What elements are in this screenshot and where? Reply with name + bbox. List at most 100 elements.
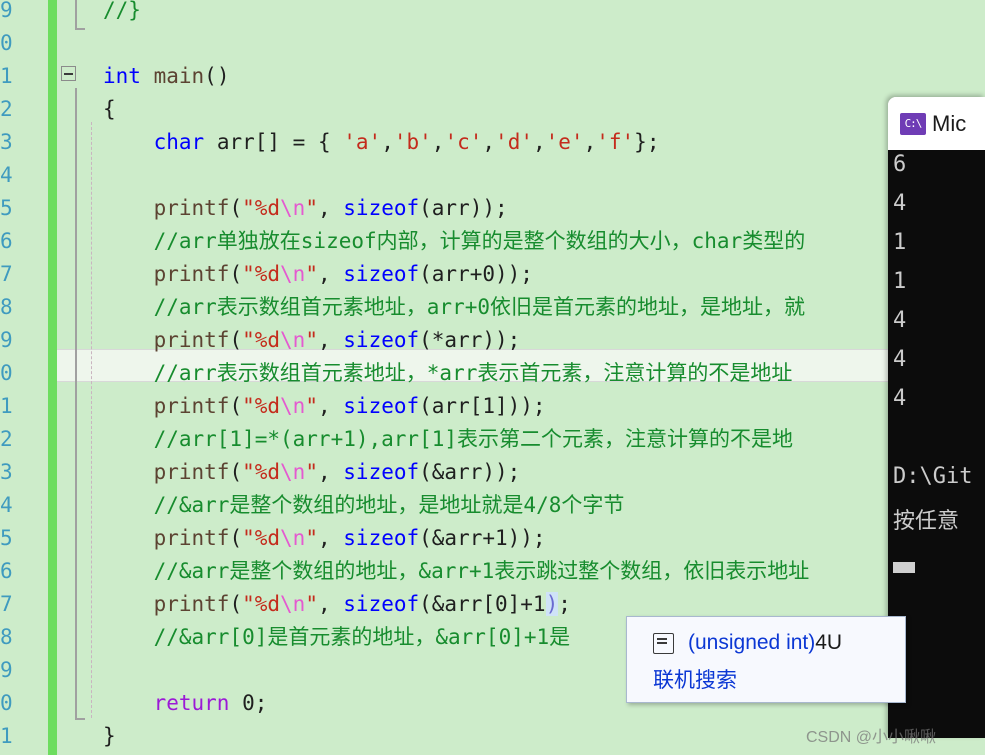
quickinfo-icon	[653, 632, 674, 654]
line-number: 8	[0, 295, 13, 319]
console-title-text: Mic	[932, 110, 967, 136]
structure-guide	[75, 0, 77, 28]
code-line[interactable]: //&arr[0]是首元素的地址，&arr[0]+1是	[103, 621, 571, 654]
code-token: main	[153, 64, 205, 88]
code-token: ,	[431, 130, 445, 154]
code-token: sizeof	[343, 460, 420, 484]
code-token: "%d	[242, 460, 281, 484]
line-number: 0	[0, 691, 13, 715]
console-cursor	[893, 562, 915, 573]
line-number: 9	[0, 0, 13, 22]
code-token: 'f'	[596, 130, 635, 154]
indent-guide	[91, 122, 92, 718]
tooltip-value-type: (unsigned int)	[688, 631, 816, 654]
code-token: "%d	[242, 262, 281, 286]
console-icon: C:\	[900, 112, 926, 135]
code-token: 0	[242, 691, 255, 715]
line-number: 1	[0, 64, 13, 88]
code-token: (arr+0));	[419, 262, 533, 286]
code-line[interactable]: //arr表示数组首元素地址，*arr表示首元素，注意计算的不是地址	[103, 357, 793, 390]
collapse-toggle-icon[interactable]	[61, 66, 76, 81]
code-token: (	[229, 394, 243, 418]
code-line[interactable]: //&arr是整个数组的地址，&arr+1表示跳过整个数组，依旧表示地址	[103, 555, 810, 588]
code-token: "	[305, 262, 318, 286]
line-number: 0	[0, 31, 13, 55]
code-token: (	[229, 460, 243, 484]
code-line[interactable]: //}	[103, 0, 141, 27]
code-token: (	[229, 262, 243, 286]
code-line[interactable]: printf("%d\n", sizeof(arr));	[103, 192, 508, 225]
code-line[interactable]: printf("%d\n", sizeof(&arr));	[103, 456, 521, 489]
code-token: ,	[317, 592, 344, 616]
line-number: 7	[0, 592, 13, 616]
code-token: //arr表示数组首元素地址，arr+0依旧是首元素的地址，是地址，就	[103, 295, 806, 319]
code-token: printf	[153, 526, 230, 550]
code-token: (*arr));	[419, 328, 521, 352]
console-line: 4	[893, 308, 907, 333]
code-token: \n	[280, 262, 306, 286]
code-token: (&arr[0]+1	[419, 592, 546, 616]
code-token: ,	[317, 196, 344, 220]
code-line[interactable]: //&arr是整个数组的地址，是地址就是4/8个字节	[103, 489, 625, 522]
console-line: 6	[893, 152, 907, 177]
code-token: (arr));	[419, 196, 508, 220]
line-number: 3	[0, 130, 13, 154]
code-token: \n	[280, 196, 306, 220]
code-token: //arr[1]=*(arr+1),arr[1]表示第二个元素，注意计算的不是地	[103, 427, 794, 451]
code-token: [] = {	[254, 130, 344, 154]
code-line[interactable]: printf("%d\n", sizeof(*arr));	[103, 324, 521, 357]
console-title-bar[interactable]: C:\ Mic	[888, 97, 985, 150]
code-line[interactable]: //arr单独放在sizeof内部，计算的是整个数组的大小，char类型的	[103, 225, 806, 258]
code-line[interactable]: printf("%d\n", sizeof(arr+0));	[103, 258, 533, 291]
code-token: 'a'	[343, 130, 382, 154]
code-token: //arr表示数组首元素地址，*arr表示首元素，注意计算的不是地址	[103, 361, 793, 385]
code-token: (&arr));	[419, 460, 521, 484]
code-token: (	[229, 328, 243, 352]
code-line[interactable]: return 0;	[103, 687, 268, 720]
code-token: ;	[254, 691, 268, 715]
code-token: "	[305, 196, 318, 220]
code-line[interactable]: printf("%d\n", sizeof(&arr[0]+1);	[103, 588, 571, 621]
code-token: //}	[103, 0, 141, 22]
code-line[interactable]: printf("%d\n", sizeof(&arr+1));	[103, 522, 546, 555]
code-token: ,	[381, 130, 394, 154]
line-number: 8	[0, 625, 13, 649]
code-token: printf	[153, 196, 230, 220]
code-line[interactable]: int main()	[103, 60, 229, 93]
code-token: ,	[317, 394, 344, 418]
code-token: {	[103, 97, 116, 121]
code-token: ,	[317, 262, 344, 286]
watermark: CSDN @小小啾啾	[806, 729, 937, 746]
code-token: "	[305, 526, 318, 550]
code-token: "	[305, 328, 318, 352]
code-line[interactable]: }	[103, 720, 116, 753]
line-number: 2	[0, 97, 13, 121]
console-line: 1	[893, 230, 907, 255]
code-token: sizeof	[343, 394, 420, 418]
code-token: "%d	[242, 394, 281, 418]
line-number-gutter: 9 0 1 2 3 4 5 6 7 8 9 0 1 2 3 4 5 6 7 8 9 0 1	[0, 0, 38, 755]
code-line[interactable]: char arr[] = { 'a','b','c','d','e','f'};	[103, 126, 660, 159]
code-line[interactable]: {	[103, 93, 116, 126]
code-token: ,	[583, 130, 597, 154]
line-number: 1	[0, 724, 13, 748]
code-token: printf	[153, 262, 230, 286]
line-number: 4	[0, 163, 13, 187]
line-number: 5	[0, 196, 13, 220]
online-search-link[interactable]: 联机搜索	[653, 664, 737, 694]
quick-info-tooltip[interactable]: (unsigned int)4U 联机搜索	[626, 616, 906, 703]
code-token: sizeof	[343, 196, 420, 220]
code-token: 'c'	[444, 130, 483, 154]
code-line[interactable]: //arr表示数组首元素地址，arr+0依旧是首元素的地址，是地址，就	[103, 291, 805, 324]
code-token: sizeof	[343, 262, 420, 286]
code-token: char	[153, 130, 205, 154]
code-line[interactable]: printf("%d\n", sizeof(arr[1]));	[103, 390, 546, 423]
code-line[interactable]: //arr[1]=*(arr+1),arr[1]表示第二个元素，注意计算的不是地	[103, 423, 793, 456]
console-line: 4	[893, 386, 907, 411]
code-token: (	[229, 196, 243, 220]
code-token: };	[634, 130, 660, 154]
